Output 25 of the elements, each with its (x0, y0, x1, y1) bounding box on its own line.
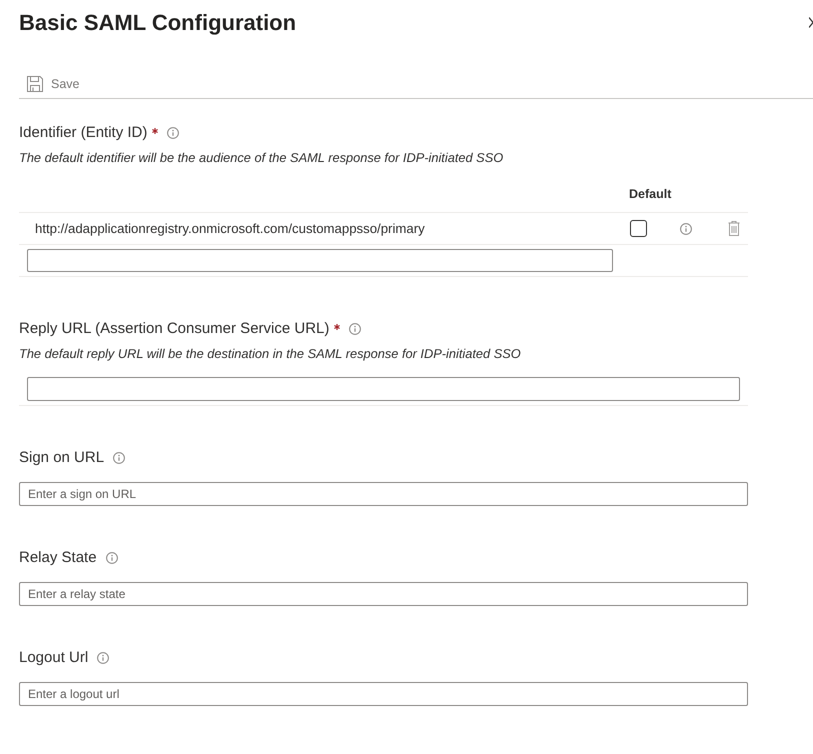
field-description: The default reply URL will be the destination in the SAML response for IDP-initiated SSO (19, 346, 521, 362)
field-label: Sign on URL (19, 448, 104, 468)
default-checkbox[interactable] (630, 220, 647, 237)
info-icon[interactable] (680, 222, 692, 234)
identifier-value: http://adapplicationregistry.onmicrosoft.com/customappsso/primary (35, 220, 425, 236)
input-field[interactable]: Enter a logout url (19, 682, 748, 706)
input-field[interactable]: Enter a relay state (19, 582, 748, 606)
column-header: Default (629, 186, 672, 202)
info-icon[interactable] (106, 552, 118, 564)
info-icon[interactable] (97, 652, 110, 664)
info-icon[interactable] (349, 323, 362, 335)
delete-button[interactable] (728, 221, 740, 236)
input-field[interactable]: Enter a sign on URL (19, 482, 748, 506)
close-icon[interactable] (809, 17, 813, 28)
field-description: The default identifier will be the audience of the SAML response for IDP-initiated SSO (19, 150, 504, 166)
field-label: Relay State (19, 548, 97, 568)
field-label: Reply URL (Assertion Consumer Service URL) (19, 319, 330, 339)
input-field[interactable] (27, 249, 613, 272)
field-label: Identifier (Entity ID) (19, 123, 148, 143)
page-title: Basic SAML Configuration (19, 9, 296, 37)
info-icon[interactable] (167, 127, 180, 139)
input-field[interactable] (27, 377, 740, 401)
info-icon[interactable] (113, 452, 126, 464)
field-label: Logout Url (19, 648, 88, 668)
trash-icon (728, 221, 740, 236)
